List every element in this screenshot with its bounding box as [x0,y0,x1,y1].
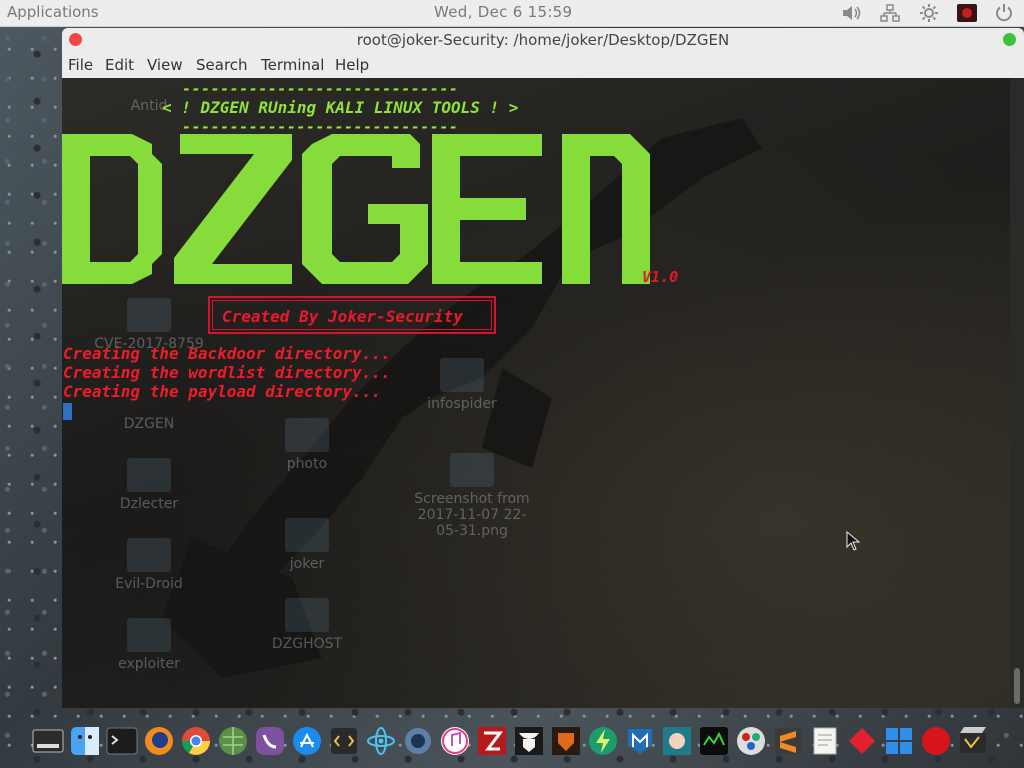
output-line-payload: Creating the payload directory... [63,382,381,401]
red-diamond-icon[interactable] [844,721,879,761]
terminal-icon[interactable] [104,721,139,761]
anime-icon[interactable] [659,721,694,761]
menu-search[interactable]: Search [196,56,248,74]
window-title: root@joker-Security: /home/joker/Desktop… [356,31,730,49]
terminal-output[interactable]: Antid CVE-2017-8759 DZGEN Dzlecter Evil-… [62,78,1010,708]
bull-icon[interactable] [511,721,546,761]
metasploit-icon[interactable] [622,721,657,761]
banner-top-dashes: ----------------------------- [182,80,459,98]
hacking-tool-icon[interactable] [696,721,731,761]
dzgen-ascii-logo [62,134,650,284]
ghost-icon-photo: photo [252,418,362,472]
dock [30,716,994,766]
ghost-icon-screenshot: Screenshot from 2017-11-07 22-05-31.png [407,453,537,539]
terminal-window: root@joker-Security: /home/joker/Desktop… [62,28,1024,708]
menu-file[interactable]: File [68,56,93,74]
maximize-button[interactable] [1003,33,1016,46]
menu-bar: File Edit View Search Terminal Help [62,52,1024,79]
network-icon[interactable] [877,2,903,24]
ghost-icon-dzgen: DZGEN [123,416,175,432]
video-editor-icon[interactable] [955,721,990,761]
terminal-cursor [63,403,72,420]
menu-help[interactable]: Help [335,56,369,74]
clock[interactable]: Wed, Dec 6 15:59 [434,3,572,21]
chrome-icon[interactable] [178,721,213,761]
volume-icon[interactable] [839,2,865,24]
output-line-backdoor: Creating the Backdoor directory... [63,344,391,363]
output-line-wordlist: Creating the wordlist directory... [63,363,391,382]
ghost-icon-joker: joker [252,518,362,572]
code-editor-icon[interactable] [326,721,361,761]
top-panel: Applications Wed, Dec 6 15:59 [0,0,1024,27]
scrollbar-thumb[interactable] [1014,668,1020,704]
filezilla-icon[interactable] [474,721,509,761]
ghost-icon-dzghost: DZGHOST [252,598,362,652]
created-by-text: Created By Joker-Security [222,307,463,326]
ghost-icon-exploiter: exploiter [94,618,204,672]
banner-text: < ! DZGEN RUning KALI LINUX TOOLS ! > [162,98,519,117]
screen-recorder-icon[interactable] [955,2,979,24]
notes-icon[interactable] [807,721,842,761]
firefox-icon[interactable] [141,721,176,761]
menu-view[interactable]: View [147,56,183,74]
mouse-pointer-icon [846,531,860,551]
ghost-icon-infospider: infospider [407,358,517,412]
itunes-icon[interactable] [437,721,472,761]
power-icon[interactable] [991,2,1017,24]
applications-menu[interactable]: Applications [7,3,99,21]
ghost-icon-evil-droid: Evil-Droid [94,538,204,592]
record-icon[interactable] [918,721,953,761]
window-titlebar[interactable]: root@joker-Security: /home/joker/Desktop… [62,28,1024,52]
windows-icon[interactable] [881,721,916,761]
terminal-scrollbar[interactable] [1010,78,1024,708]
capture-icon[interactable] [400,721,435,761]
finder-icon[interactable] [67,721,102,761]
menu-terminal[interactable]: Terminal [261,56,324,74]
version-label: V1.0 [642,268,679,286]
mask-icon[interactable] [548,721,583,761]
globe-icon[interactable] [215,721,250,761]
sublime-icon[interactable] [770,721,805,761]
app-store-icon[interactable] [289,721,324,761]
menu-edit[interactable]: Edit [105,56,134,74]
workspace-icon[interactable] [30,721,65,761]
settings-icon[interactable] [916,2,942,24]
colors-icon[interactable] [733,721,768,761]
ghost-icon-dzlecter: Dzlecter [94,458,204,512]
viber-icon[interactable] [252,721,287,761]
close-button[interactable] [69,33,82,46]
thunder-icon[interactable] [585,721,620,761]
atom-icon[interactable] [363,721,398,761]
